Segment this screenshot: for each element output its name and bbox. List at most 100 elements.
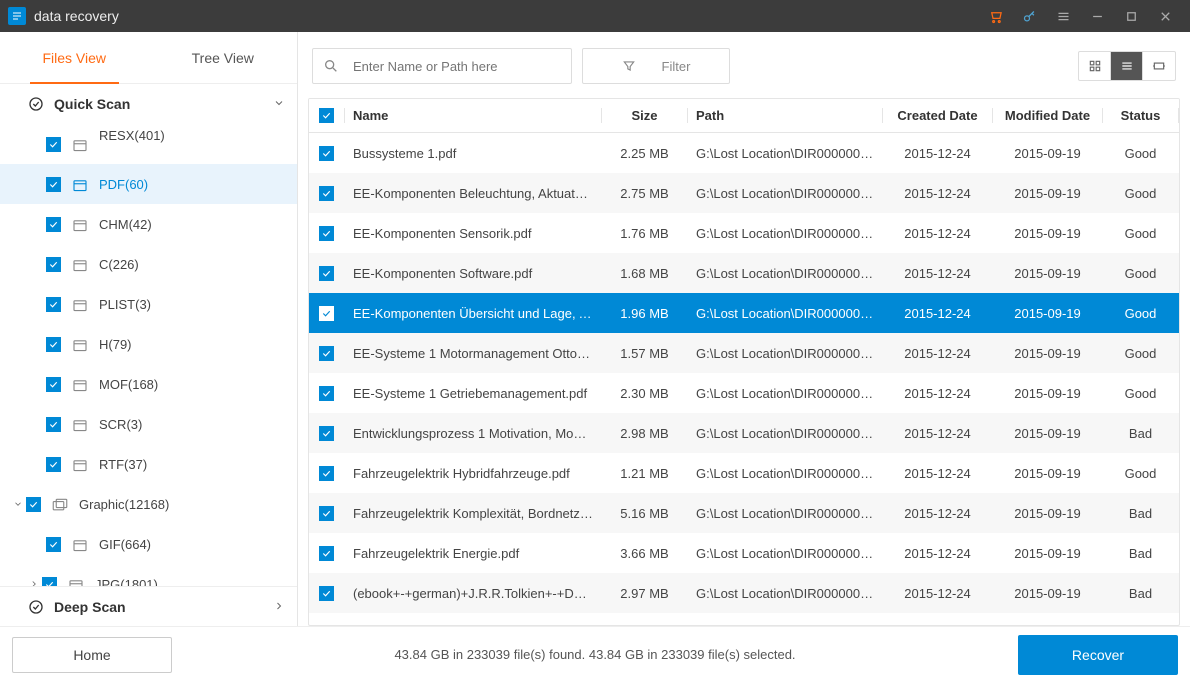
table-row[interactable]: (ebook+-+german)+J.R.R.Tolkien+-+Der+Her… xyxy=(309,573,1179,613)
tree-node[interactable]: Graphic(12168) xyxy=(0,484,297,524)
col-created[interactable]: Created Date xyxy=(883,108,993,123)
col-path[interactable]: Path xyxy=(688,108,883,123)
tree-checkbox[interactable] xyxy=(46,417,61,432)
row-checkbox[interactable] xyxy=(319,586,334,601)
cell-path: G:\Lost Location\DIR00000000\El... xyxy=(688,226,883,241)
close-button[interactable] xyxy=(1148,0,1182,32)
table-row[interactable]: Fahrzeugelektrik Komplexität, Bordnetze.… xyxy=(309,493,1179,533)
tree-node[interactable]: PLIST(3) xyxy=(0,284,297,324)
row-checkbox[interactable] xyxy=(319,146,334,161)
search-box[interactable] xyxy=(312,48,572,84)
chevron-right-icon[interactable] xyxy=(26,579,42,586)
tree-node[interactable]: SCR(3) xyxy=(0,404,297,444)
key-icon[interactable] xyxy=(1012,0,1046,32)
tab-tree-view[interactable]: Tree View xyxy=(149,32,298,83)
tree-node[interactable]: JPG(1801) xyxy=(0,564,297,586)
view-grid-button[interactable] xyxy=(1079,52,1111,80)
cell-status: Good xyxy=(1103,186,1179,201)
table-row[interactable]: EE-Komponenten Beleuchtung, Aktuatorik, … xyxy=(309,173,1179,213)
file-icon xyxy=(71,217,89,231)
cell-status: Good xyxy=(1103,146,1179,161)
tree-label: CHM(42) xyxy=(99,217,152,232)
results-table: Name Size Path Created Date Modified Dat… xyxy=(308,98,1180,626)
cell-modified: 2015-09-19 xyxy=(993,266,1103,281)
tree-checkbox[interactable] xyxy=(46,137,61,152)
tree-checkbox[interactable] xyxy=(46,177,61,192)
tree-label: MOF(168) xyxy=(99,377,158,392)
col-name[interactable]: Name xyxy=(345,108,602,123)
row-checkbox[interactable] xyxy=(319,186,334,201)
deep-scan-header[interactable]: Deep Scan xyxy=(0,586,297,626)
tree-node[interactable]: C(226) xyxy=(0,244,297,284)
select-all-checkbox[interactable] xyxy=(319,108,334,123)
filter-label: Filter xyxy=(662,59,691,74)
row-checkbox[interactable] xyxy=(319,346,334,361)
table-row[interactable]: Fahrzeugelektrik Energie.pdf3.66 MBG:\Lo… xyxy=(309,533,1179,573)
view-list-button[interactable] xyxy=(1111,52,1143,80)
table-header: Name Size Path Created Date Modified Dat… xyxy=(309,99,1179,133)
table-row[interactable]: EE-Komponenten Sensorik.pdf1.76 MBG:\Los… xyxy=(309,213,1179,253)
tree-checkbox[interactable] xyxy=(26,497,41,512)
chevron-down-icon[interactable] xyxy=(10,499,26,509)
tree-node[interactable]: H(79) xyxy=(0,324,297,364)
deep-scan-label: Deep Scan xyxy=(54,599,126,615)
filter-button[interactable]: Filter xyxy=(582,48,730,84)
table-body[interactable]: Bussysteme 1.pdf2.25 MBG:\Lost Location\… xyxy=(309,133,1179,625)
file-icon xyxy=(71,457,89,471)
tree-checkbox[interactable] xyxy=(46,537,61,552)
file-type-tree[interactable]: RESX(401)PDF(60) CHM(42) C(226)PLIST(3) H(7… xyxy=(0,124,297,586)
tree-node[interactable]: MOF(168) xyxy=(0,364,297,404)
row-checkbox[interactable] xyxy=(319,266,334,281)
cell-path: G:\Lost Location\DIR00000000\El... xyxy=(688,506,883,521)
view-preview-button[interactable] xyxy=(1143,52,1175,80)
row-checkbox[interactable] xyxy=(319,546,334,561)
cell-modified: 2015-09-19 xyxy=(993,306,1103,321)
row-checkbox[interactable] xyxy=(319,506,334,521)
tree-checkbox[interactable] xyxy=(42,577,57,587)
cell-path: G:\Lost Location\DIR00000000\El... xyxy=(688,266,883,281)
row-checkbox[interactable] xyxy=(319,426,334,441)
cell-created: 2015-12-24 xyxy=(883,306,993,321)
table-row[interactable]: EE-Systeme 1 Getriebemanagement.pdf2.30 … xyxy=(309,373,1179,413)
maximize-button[interactable] xyxy=(1114,0,1148,32)
cart-icon[interactable] xyxy=(978,0,1012,32)
tree-checkbox[interactable] xyxy=(46,297,61,312)
table-row[interactable]: EE-Systeme 1 Motormanagement Ottomotor..… xyxy=(309,333,1179,373)
table-row[interactable]: Fahrzeugelektrik Hybridfahrzeuge.pdf1.21… xyxy=(309,453,1179,493)
cell-path: G:\Lost Location\DIR00000000\El... xyxy=(688,426,883,441)
search-input[interactable] xyxy=(353,59,561,74)
cell-name: Fahrzeugelektrik Hybridfahrzeuge.pdf xyxy=(345,466,602,481)
col-status[interactable]: Status xyxy=(1103,108,1179,123)
tree-checkbox[interactable] xyxy=(46,457,61,472)
tree-checkbox[interactable] xyxy=(46,217,61,232)
tree-label: SCR(3) xyxy=(99,417,142,432)
tree-node[interactable]: RTF(37) xyxy=(0,444,297,484)
quick-scan-header[interactable]: Quick Scan xyxy=(0,84,297,124)
tab-files-view[interactable]: Files View xyxy=(0,32,149,83)
cell-size: 1.96 MB xyxy=(602,306,688,321)
col-modified[interactable]: Modified Date xyxy=(993,108,1103,123)
tree-checkbox[interactable] xyxy=(46,257,61,272)
home-button[interactable]: Home xyxy=(12,637,172,673)
table-row[interactable]: EE-Komponenten Software.pdf1.68 MBG:\Los… xyxy=(309,253,1179,293)
file-icon xyxy=(71,137,89,151)
row-checkbox[interactable] xyxy=(319,386,334,401)
tree-node[interactable]: CHM(42) xyxy=(0,204,297,244)
row-checkbox[interactable] xyxy=(319,226,334,241)
tree-node[interactable]: PDF(60) xyxy=(0,164,297,204)
tree-label: H(79) xyxy=(99,337,132,352)
table-row[interactable]: Entwicklungsprozess 1 Motivation, Module… xyxy=(309,413,1179,453)
table-row[interactable]: Bussysteme 1.pdf2.25 MBG:\Lost Location\… xyxy=(309,133,1179,173)
minimize-button[interactable] xyxy=(1080,0,1114,32)
folder-stack-icon xyxy=(51,497,69,511)
recover-button[interactable]: Recover xyxy=(1018,635,1178,675)
tree-checkbox[interactable] xyxy=(46,337,61,352)
col-size[interactable]: Size xyxy=(602,108,688,123)
tree-node[interactable]: RESX(401) xyxy=(0,124,297,164)
row-checkbox[interactable] xyxy=(319,466,334,481)
tree-checkbox[interactable] xyxy=(46,377,61,392)
tree-node[interactable]: GIF(664) xyxy=(0,524,297,564)
table-row[interactable]: EE-Komponenten Übersicht und Lage, Anfor… xyxy=(309,293,1179,333)
menu-icon[interactable] xyxy=(1046,0,1080,32)
row-checkbox[interactable] xyxy=(319,306,334,321)
